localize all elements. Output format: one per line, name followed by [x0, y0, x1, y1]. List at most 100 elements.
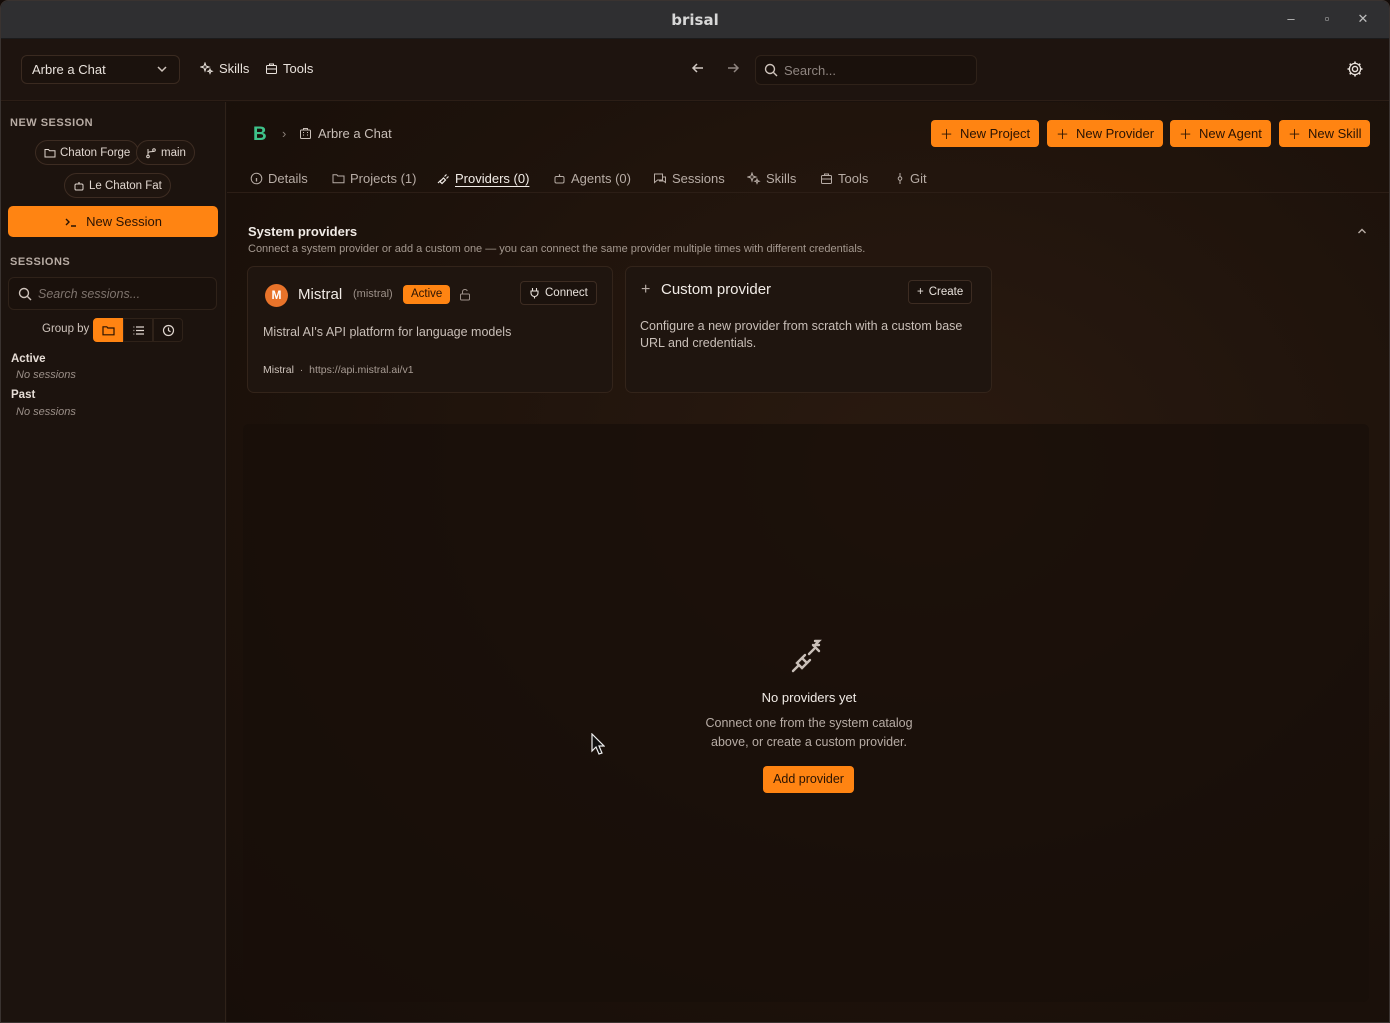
custom-provider-card[interactable]: + Custom provider + Create Configure a n…: [625, 266, 992, 393]
tab-git[interactable]: Git: [895, 171, 927, 186]
gear-icon[interactable]: [1346, 60, 1364, 78]
plus-icon: ＋: [1056, 127, 1070, 142]
tab-tools-label: Tools: [838, 171, 869, 186]
toolbar-skills-link[interactable]: Skills: [200, 61, 249, 76]
new-project-label: New Project: [960, 126, 1031, 141]
close-window-button[interactable]: ✕: [1355, 11, 1371, 27]
new-session-label: New Session: [86, 214, 162, 229]
new-provider-button[interactable]: ＋ New Provider: [1047, 120, 1164, 147]
group-by-list-button[interactable]: [123, 318, 153, 342]
back-arrow-icon[interactable]: [689, 59, 707, 77]
sessions-heading: SESSIONS: [10, 256, 71, 268]
tab-agents[interactable]: Agents (0): [553, 171, 631, 186]
global-search-input[interactable]: Search...: [755, 55, 977, 85]
empty-state-description: Connect one from the system catalog abov…: [227, 714, 1389, 752]
new-project-button[interactable]: ＋ New Project: [931, 120, 1040, 147]
toolbar-tools-link[interactable]: Tools: [265, 61, 313, 76]
title-bar: brisal – ▫ ✕: [1, 1, 1389, 39]
providers-empty-state: [243, 424, 1369, 1002]
maximize-button[interactable]: ▫: [1319, 11, 1335, 27]
system-providers-title: System providers: [248, 224, 358, 239]
new-agent-label: New Agent: [1199, 126, 1262, 141]
provider-name: Mistral: [298, 286, 343, 303]
connect-button[interactable]: Connect: [520, 281, 597, 305]
folder-icon: [332, 172, 345, 185]
git-branch-icon: [145, 147, 157, 159]
mouse-cursor-icon: [591, 733, 605, 755]
brisal-logo: B: [253, 124, 267, 145]
provider-footer-separator: ·: [299, 364, 304, 376]
chevron-up-icon[interactable]: [1355, 224, 1369, 238]
chip-project[interactable]: Chaton Forge: [35, 140, 140, 165]
status-badge: Active: [403, 285, 451, 304]
provider-avatar: M: [265, 284, 288, 307]
breadcrumb-separator: ›: [282, 126, 287, 141]
search-icon: [764, 63, 778, 77]
minimize-button[interactable]: –: [1283, 11, 1299, 27]
tab-details-label: Details: [268, 171, 308, 186]
new-skill-button[interactable]: ＋ New Skill: [1279, 120, 1371, 147]
empty-state-line-2: above, or create a custom provider.: [711, 735, 907, 749]
provider-url: https://api.mistral.ai/v1: [309, 364, 414, 376]
folder-icon: [101, 324, 115, 337]
sparkles-icon: [747, 171, 761, 186]
tab-projects[interactable]: Projects (1): [332, 171, 416, 186]
tab-agents-label: Agents (0): [571, 171, 631, 186]
tab-details[interactable]: Details: [250, 171, 308, 186]
breadcrumb[interactable]: Arbre a Chat: [299, 126, 392, 141]
chip-branch-label: main: [161, 146, 186, 159]
app-window: brisal – ▫ ✕ Arbre a Chat Skills Tools S…: [0, 0, 1390, 1023]
connect-label: Connect: [545, 287, 588, 299]
custom-provider-title: Custom provider: [661, 281, 772, 298]
new-agent-button[interactable]: ＋ New Agent: [1170, 120, 1271, 147]
window-title: brisal: [671, 11, 719, 29]
project-select-value: Arbre a Chat: [32, 62, 106, 77]
provider-card-mistral: M Mistral (mistral) Active Connect Mistr…: [247, 266, 613, 393]
group-past-empty: No sessions: [16, 406, 76, 418]
tab-projects-label: Projects (1): [350, 171, 417, 186]
provider-footer: Mistral · https://api.mistral.ai/v1: [263, 364, 414, 376]
terminal-icon: [64, 215, 78, 229]
custom-provider-description: Configure a new provider from scratch wi…: [640, 319, 963, 350]
bot-icon: [553, 172, 566, 185]
provider-vendor: Mistral: [263, 364, 294, 376]
group-active-empty: No sessions: [16, 369, 76, 381]
toolbox-icon: [265, 62, 278, 75]
tab-bar: Details Projects (1) Providers (0) Agent…: [227, 164, 1389, 193]
toolbar-tools-label: Tools: [283, 61, 314, 76]
group-past-title: Past: [11, 389, 36, 401]
add-provider-button[interactable]: Add provider: [763, 766, 854, 793]
project-select[interactable]: Arbre a Chat: [21, 55, 180, 84]
sparkles-icon: [200, 61, 214, 76]
forward-arrow-icon[interactable]: [724, 59, 742, 77]
plus-icon: ＋: [1179, 127, 1193, 142]
new-session-button[interactable]: New Session: [8, 206, 218, 237]
tab-tools[interactable]: Tools: [820, 171, 868, 186]
create-button[interactable]: + Create: [908, 280, 973, 304]
chip-agent-label: Le Chaton Fat: [89, 179, 162, 192]
chevron-down-icon: [154, 61, 170, 77]
chip-agent[interactable]: Le Chaton Fat: [64, 173, 171, 198]
chip-project-label: Chaton Forge: [60, 146, 131, 159]
chip-branch[interactable]: main: [136, 140, 195, 165]
group-by-time-button[interactable]: [153, 318, 183, 342]
new-session-heading: NEW SESSION: [10, 117, 94, 129]
unlock-icon: [459, 288, 471, 301]
provider-description: Mistral AI's API platform for language m…: [263, 325, 512, 339]
session-search-input[interactable]: Search sessions...: [8, 277, 217, 310]
group-by-folder-button[interactable]: [93, 318, 123, 342]
tab-providers-label: Providers (0): [455, 171, 530, 186]
tab-skills-label: Skills: [766, 171, 797, 186]
create-label: Create: [928, 286, 964, 298]
main-panel: B › Arbre a Chat ＋ New Project ＋ New Provi…: [227, 102, 1389, 1022]
tab-sessions[interactable]: Sessions: [653, 171, 725, 186]
tab-skills[interactable]: Skills: [747, 171, 796, 186]
tab-providers[interactable]: Providers (0): [436, 171, 529, 186]
tab-git-label: Git: [910, 171, 927, 186]
top-toolbar: Arbre a Chat Skills Tools Search...: [1, 39, 1389, 101]
group-active-title: Active: [11, 353, 46, 365]
info-icon: [250, 172, 263, 185]
toolbox-icon: [820, 172, 833, 185]
plus-icon: +: [641, 281, 651, 298]
session-search-placeholder: Search sessions...: [38, 287, 141, 301]
